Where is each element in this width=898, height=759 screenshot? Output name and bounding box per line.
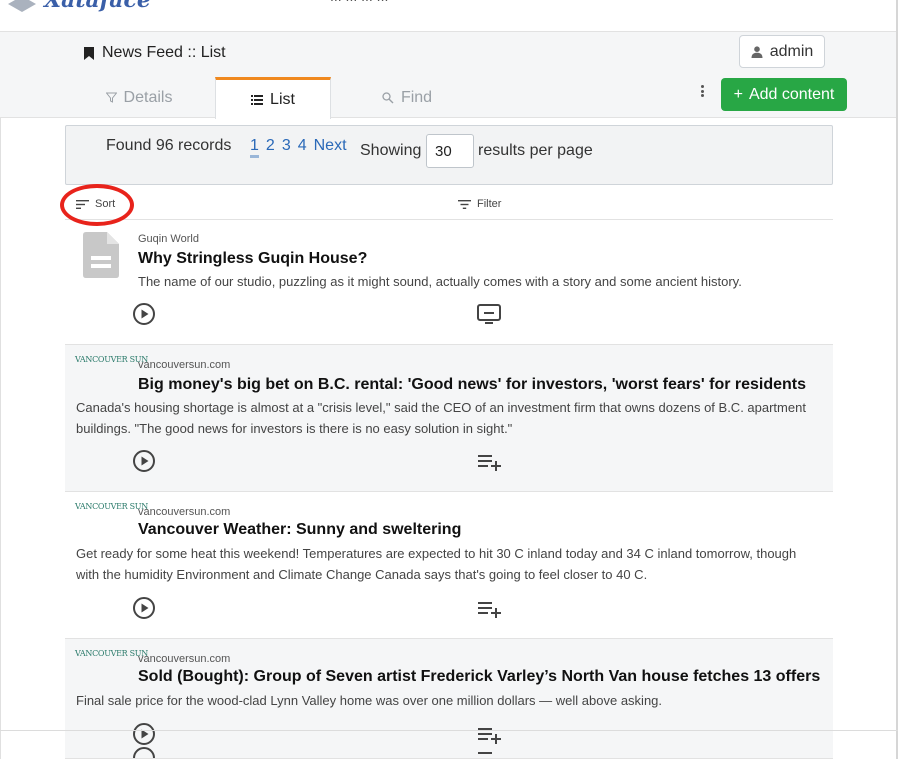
search-icon: [382, 91, 394, 103]
item-summary: Final sale price for the wood-clad Lynn …: [76, 693, 663, 708]
page-header: News Feed :: List admin Details List Fin…: [0, 32, 896, 119]
list-item[interactable]: VANCOUVER SUN vancouversun.com Vancouver…: [65, 492, 833, 639]
list-toolbar: Sort Filter: [60, 184, 833, 226]
item-title[interactable]: Big money's big bet on B.C. rental: 'Goo…: [138, 376, 806, 394]
page-link-3[interactable]: 3: [282, 137, 291, 158]
page-link-4[interactable]: 4: [298, 137, 307, 158]
page-title: News Feed :: List: [84, 44, 226, 62]
pagination: 1 2 3 4 Next: [250, 137, 347, 158]
add-content-button[interactable]: + Add content: [721, 78, 847, 111]
view-tabs: Details List Find: [63, 77, 483, 119]
monitor-icon[interactable]: [476, 302, 502, 326]
showing-label: Showing: [360, 142, 422, 159]
playlist-add-icon[interactable]: [476, 449, 502, 473]
sort-icon: [76, 199, 89, 209]
tab-details[interactable]: Details: [63, 77, 215, 118]
user-name: admin: [769, 42, 814, 60]
item-summary: Get ready for some heat this weekend! Te…: [76, 546, 797, 582]
playlist-add-icon[interactable]: [476, 596, 502, 620]
item-summary: The name of our studio, puzzling as it m…: [138, 274, 742, 289]
play-circle-icon[interactable]: [132, 722, 156, 746]
sort-button[interactable]: Sort: [76, 198, 115, 210]
results-per-page-input[interactable]: 30: [426, 134, 474, 168]
play-circle-icon[interactable]: [132, 596, 156, 620]
tab-list[interactable]: List: [215, 77, 331, 119]
list-icon: [251, 94, 264, 105]
play-circle-icon[interactable]: [132, 449, 156, 473]
page-title-text: News Feed :: List: [102, 44, 226, 61]
app-tagline: ... ... ... ...: [330, 0, 388, 4]
results-summary-panel: Found 96 records 1 2 3 4 Next Showing 30…: [65, 125, 833, 185]
item-title[interactable]: Sold (Bought): Group of Seven artist Fre…: [138, 668, 820, 686]
filter-icon: [458, 199, 471, 209]
logo-text: Xataface: [44, 0, 151, 13]
app-logo[interactable]: Xataface: [6, 0, 151, 14]
filter-label: Filter: [477, 198, 502, 210]
tab-details-label: Details: [123, 88, 173, 106]
item-source: vancouversun.com: [138, 653, 231, 665]
top-bar: Xataface ... ... ... ...: [0, 0, 898, 32]
document-icon: [83, 232, 119, 278]
item-source: vancouversun.com: [138, 506, 231, 518]
list-item[interactable]: Guqin World Why Stringless Guqin House? …: [65, 221, 833, 345]
bookmark-icon: [84, 46, 94, 60]
play-circle-icon[interactable]: [132, 302, 156, 326]
frame-left-edge: [0, 32, 1, 759]
source-logo: VANCOUVER SUN: [75, 649, 148, 658]
filter-button[interactable]: Filter: [458, 198, 501, 210]
sort-label: Sort: [95, 198, 116, 210]
tab-find[interactable]: Find: [331, 77, 483, 118]
item-title[interactable]: Vancouver Weather: Sunny and sweltering: [138, 521, 461, 539]
list-item[interactable]: VANCOUVER SUN vancouversun.com Sold (Bou…: [65, 639, 833, 759]
playlist-add-icon[interactable]: [476, 722, 502, 746]
window-bottom-edge: [0, 730, 898, 731]
page-link-2[interactable]: 2: [266, 137, 275, 158]
item-title[interactable]: Why Stringless Guqin House?: [138, 250, 367, 268]
results-per-page-label: results per page: [478, 142, 593, 159]
filter-funnel-icon: [105, 92, 117, 103]
item-source: Guqin World: [138, 233, 199, 245]
tab-list-label: List: [270, 90, 295, 108]
list-item[interactable]: VANCOUVER SUN vancouversun.com Big money…: [65, 345, 833, 492]
kebab-icon[interactable]: [697, 82, 707, 100]
logo-icon: [8, 0, 36, 12]
source-logo: VANCOUVER SUN: [75, 502, 148, 511]
item-summary: Canada's housing shortage is almost at a…: [76, 400, 806, 436]
playlist-add-icon[interactable]: [476, 746, 502, 759]
play-circle-icon[interactable]: [132, 746, 156, 759]
page-link-1[interactable]: 1: [250, 137, 259, 158]
record-count: Found 96 records: [106, 137, 232, 154]
plus-icon: +: [733, 85, 743, 103]
add-content-label: Add content: [748, 85, 835, 103]
tab-find-label: Find: [400, 88, 433, 106]
user-menu-button[interactable]: admin: [739, 35, 825, 68]
item-source: vancouversun.com: [138, 359, 231, 371]
user-icon: [751, 45, 763, 58]
source-logo: VANCOUVER SUN: [75, 355, 148, 364]
next-page-link[interactable]: Next: [314, 137, 347, 158]
